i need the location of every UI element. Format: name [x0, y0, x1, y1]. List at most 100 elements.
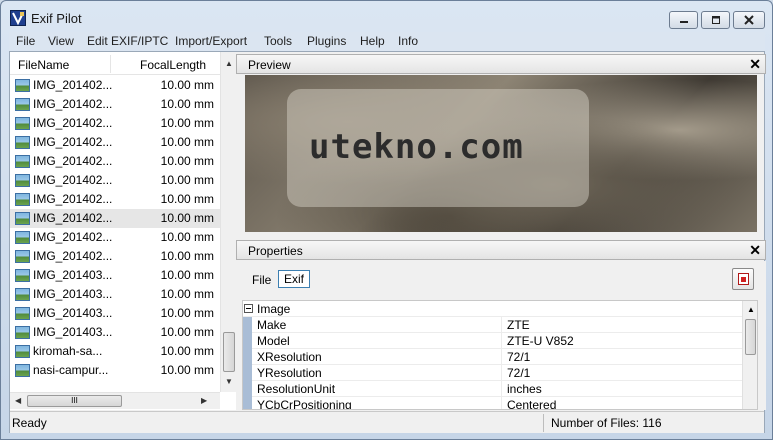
- property-grid-vscroll[interactable]: ▲: [742, 301, 757, 409]
- scroll-right-arrow-icon[interactable]: ▶: [201, 396, 207, 405]
- column-divider[interactable]: [110, 55, 111, 73]
- file-name: kiromah-sa...: [33, 344, 103, 358]
- file-row[interactable]: IMG_201402... 10.00 mm: [10, 114, 220, 133]
- minimize-button[interactable]: [669, 11, 698, 29]
- property-row[interactable]: Make ZTE: [243, 317, 757, 333]
- clear-exif-button[interactable]: [732, 268, 754, 290]
- property-value[interactable]: ZTE: [507, 318, 530, 332]
- property-row[interactable]: Model ZTE-U V852: [243, 333, 757, 349]
- property-value[interactable]: inches: [507, 382, 542, 396]
- file-row[interactable]: IMG_201403... 10.00 mm: [10, 266, 220, 285]
- file-name: IMG_201402...: [33, 192, 113, 206]
- menu-edit-exif-iptc[interactable]: Edit EXIF/IPTC: [87, 34, 168, 48]
- properties-close-icon[interactable]: ✕: [749, 242, 761, 259]
- close-button[interactable]: [733, 11, 765, 29]
- menu-help[interactable]: Help: [360, 34, 385, 48]
- focal-length: 10.00 mm: [160, 192, 214, 206]
- file-row[interactable]: IMG_201402... 10.00 mm: [10, 95, 220, 114]
- property-value[interactable]: Centered: [507, 398, 556, 409]
- menu-info[interactable]: Info: [398, 34, 418, 48]
- file-row[interactable]: kiromah-sa... 10.00 mm: [10, 342, 220, 361]
- group-row-image[interactable]: Image: [243, 301, 757, 317]
- image-file-icon: [15, 231, 30, 244]
- maximize-button[interactable]: [701, 11, 730, 29]
- property-row[interactable]: ResolutionUnit inches: [243, 381, 757, 397]
- file-row[interactable]: IMG_201402... 10.00 mm: [10, 228, 220, 247]
- scroll-up-arrow-icon[interactable]: ▲: [225, 59, 233, 68]
- tab-file[interactable]: File: [252, 273, 271, 287]
- scroll-down-arrow-icon[interactable]: ▼: [225, 377, 233, 386]
- column-header-filename[interactable]: FileName: [18, 58, 69, 72]
- image-file-icon: [15, 79, 30, 92]
- menu-bar: File View Edit EXIF/IPTC Import/Export T…: [9, 32, 765, 51]
- title-bar[interactable]: Exif Pilot: [1, 1, 772, 33]
- file-row[interactable]: IMG_201402... 10.00 mm: [10, 76, 220, 95]
- menu-import-export[interactable]: Import/Export: [175, 34, 247, 48]
- file-name: IMG_201402...: [33, 116, 113, 130]
- cell-divider: [501, 333, 502, 349]
- close-icon: [744, 15, 754, 25]
- app-icon[interactable]: [10, 10, 26, 26]
- file-row[interactable]: IMG_201402... 10.00 mm: [10, 209, 220, 228]
- file-list-hscroll[interactable]: ◀ III ▶: [10, 392, 220, 409]
- file-list-header: FileName FocalLength: [10, 53, 220, 75]
- file-row[interactable]: nasi-campur... 10.00 mm: [10, 361, 220, 380]
- focal-length: 10.00 mm: [160, 249, 214, 263]
- file-name: IMG_201403...: [33, 325, 113, 339]
- file-row[interactable]: IMG_201402... 10.00 mm: [10, 133, 220, 152]
- cell-divider: [501, 349, 502, 365]
- property-row[interactable]: YResolution 72/1: [243, 365, 757, 381]
- grid-scroll-thumb[interactable]: [745, 319, 756, 355]
- property-rows: Make ZTE Model ZTE-U V852 XResolution 72/1 YRe…: [243, 317, 757, 410]
- collapse-icon[interactable]: [244, 304, 253, 313]
- tab-exif[interactable]: Exif: [278, 270, 310, 288]
- file-row[interactable]: IMG_201402... 10.00 mm: [10, 171, 220, 190]
- file-row[interactable]: IMG_201402... 10.00 mm: [10, 152, 220, 171]
- file-list-vscroll[interactable]: ▲ ▼: [220, 52, 237, 392]
- property-grid[interactable]: Image Make ZTE Model ZTE-U V852 XResolution 7…: [242, 300, 758, 410]
- app-window: Exif Pilot File View Edit EXIF/IPTC Impo…: [0, 0, 773, 440]
- window-title: Exif Pilot: [31, 11, 82, 26]
- file-name: IMG_201402...: [33, 154, 113, 168]
- file-row[interactable]: IMG_201403... 10.00 mm: [10, 285, 220, 304]
- file-list[interactable]: FileName FocalLength IMG_201402... 10.00 …: [10, 52, 237, 410]
- scroll-thumb[interactable]: [223, 332, 235, 372]
- preview-close-icon[interactable]: ✕: [749, 56, 761, 73]
- file-row[interactable]: IMG_201402... 10.00 mm: [10, 190, 220, 209]
- image-file-icon: [15, 174, 30, 187]
- property-value[interactable]: ZTE-U V852: [507, 334, 574, 348]
- property-row[interactable]: XResolution 72/1: [243, 349, 757, 365]
- row-gutter: [243, 333, 252, 349]
- focal-length: 10.00 mm: [160, 363, 214, 377]
- file-name: IMG_201403...: [33, 287, 113, 301]
- scroll-left-arrow-icon[interactable]: ◀: [15, 396, 21, 405]
- property-name: Make: [257, 318, 287, 332]
- image-file-icon: [15, 288, 30, 301]
- file-row[interactable]: IMG_201403... 10.00 mm: [10, 323, 220, 342]
- hscroll-thumb[interactable]: III: [27, 395, 122, 407]
- row-gutter: [243, 381, 252, 397]
- file-row[interactable]: IMG_201403... 10.00 mm: [10, 304, 220, 323]
- menu-view[interactable]: View: [48, 34, 74, 48]
- column-header-focallength[interactable]: FocalLength: [140, 58, 206, 72]
- property-row[interactable]: YCbCrPositioning Centered: [243, 397, 757, 410]
- focal-length: 10.00 mm: [160, 268, 214, 282]
- properties-area: File Exif Image Make ZTE Model ZTE-U V852 XR…: [236, 261, 766, 410]
- grid-scroll-up-arrow-icon[interactable]: ▲: [747, 305, 755, 314]
- property-name: YCbCrPositioning: [257, 398, 352, 410]
- image-file-icon: [15, 326, 30, 339]
- row-gutter: [243, 349, 252, 365]
- menu-file[interactable]: File: [16, 34, 35, 48]
- image-file-icon: [15, 136, 30, 149]
- image-file-icon: [15, 364, 30, 377]
- property-value[interactable]: 72/1: [507, 366, 530, 380]
- menu-tools[interactable]: Tools: [264, 34, 292, 48]
- file-row[interactable]: IMG_201402... 10.00 mm: [10, 247, 220, 266]
- menu-plugins[interactable]: Plugins: [307, 34, 346, 48]
- image-file-icon: [15, 117, 30, 130]
- property-value[interactable]: 72/1: [507, 350, 530, 364]
- focal-length: 10.00 mm: [160, 344, 214, 358]
- focal-length: 10.00 mm: [160, 211, 214, 225]
- status-divider: [543, 414, 544, 432]
- cell-divider: [501, 381, 502, 397]
